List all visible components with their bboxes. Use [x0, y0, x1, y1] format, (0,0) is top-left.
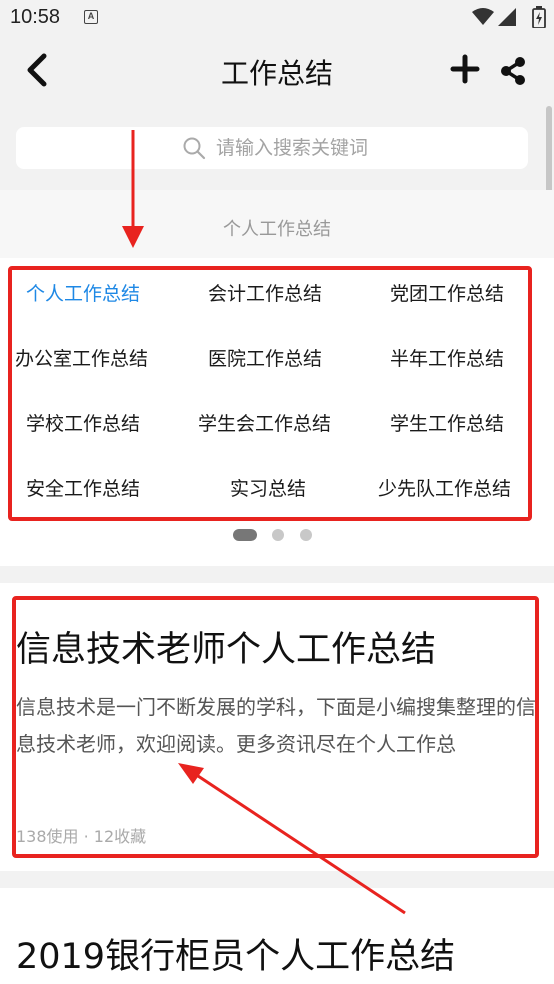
page-dot[interactable]	[300, 529, 312, 541]
page-dot-active[interactable]	[233, 529, 257, 541]
article-title: 信息技术老师个人工作总结	[16, 630, 437, 670]
page-indicator	[0, 528, 554, 542]
category-item[interactable]: 学校工作总结	[26, 409, 140, 436]
signal-icon	[498, 8, 516, 26]
category-item[interactable]: 安全工作总结	[26, 474, 140, 501]
category-item[interactable]: 会计工作总结	[208, 279, 322, 306]
category-item[interactable]: 学生工作总结	[390, 409, 504, 436]
category-item[interactable]: 个人工作总结	[26, 279, 140, 306]
category-item[interactable]: 办公室工作总结	[15, 344, 148, 371]
category-item[interactable]: 半年工作总结	[390, 344, 504, 371]
wifi-icon	[472, 8, 494, 25]
add-button[interactable]	[450, 54, 480, 84]
page-dot[interactable]	[272, 529, 284, 541]
category-item[interactable]: 学生会工作总结	[198, 409, 331, 436]
article-card[interactable]: 2019银行柜员个人工作总结	[0, 888, 554, 984]
share-icon	[501, 57, 525, 85]
category-item[interactable]: 党团工作总结	[390, 279, 504, 306]
category-item[interactable]: 实习总结	[230, 474, 306, 501]
section-header: 个人工作总结	[0, 190, 554, 258]
category-item[interactable]: 医院工作总结	[208, 344, 322, 371]
article-description: 信息技术是一门不断发展的学科，下面是小编搜集整理的信息技术老师，欢迎阅读。更多资…	[16, 695, 536, 756]
status-time: 10:58	[10, 6, 61, 28]
search-bar[interactable]	[16, 127, 528, 169]
share-button[interactable]	[498, 56, 528, 86]
status-bar: 10:58 A	[0, 0, 554, 36]
section-title: 个人工作总结	[223, 219, 331, 240]
category-panel: 个人工作总结 个人工作总结 会计工作总结 党团工作总结 办公室工作总结 医院工作…	[0, 190, 554, 566]
category-item[interactable]: 少先队工作总结	[378, 474, 511, 501]
plus-icon	[450, 54, 480, 84]
article-title: 2019银行柜员个人工作总结	[16, 937, 456, 977]
article-meta: 138使用 · 12收藏	[16, 827, 147, 846]
search-icon	[183, 137, 206, 160]
article-card[interactable]: 信息技术老师个人工作总结 信息技术是一门不断发展的学科，下面是小编搜集整理的信息…	[0, 583, 554, 871]
app-header: 工作总结	[0, 36, 554, 108]
notification-icon: A	[84, 10, 98, 24]
search-input[interactable]	[216, 133, 516, 163]
battery-icon	[532, 6, 546, 28]
